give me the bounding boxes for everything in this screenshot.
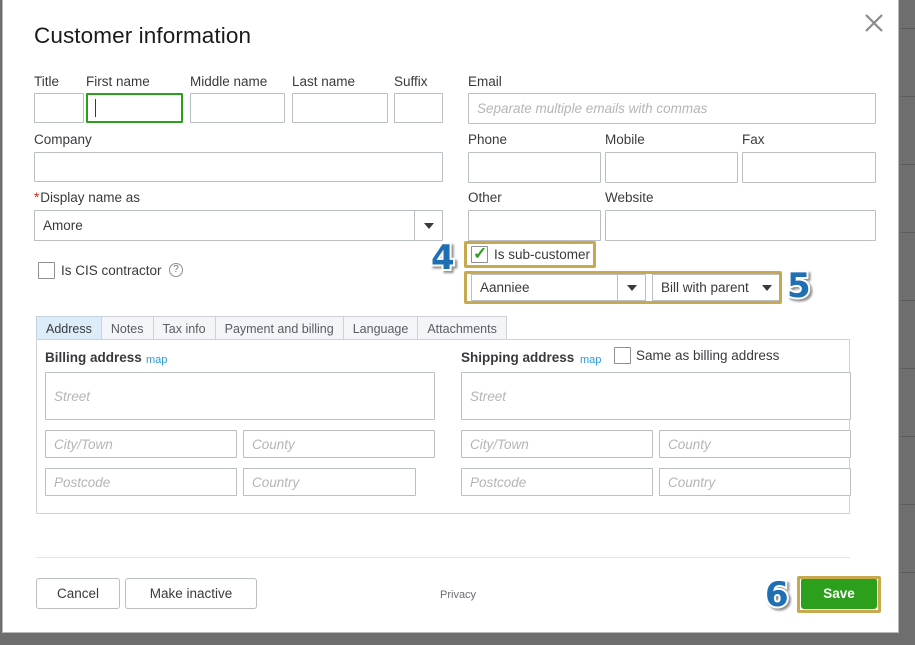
shipping-city-input[interactable] <box>461 430 653 458</box>
sub-customer-checkbox[interactable]: ✓ <box>471 244 488 263</box>
suffix-label: Suffix <box>394 74 428 89</box>
shipping-address-title: Shipping address <box>461 350 575 365</box>
shipping-country-input[interactable] <box>659 468 851 496</box>
save-button[interactable]: Save <box>801 578 877 609</box>
first-name-input[interactable] <box>86 93 183 123</box>
billing-mode-value: Bill with parent <box>661 280 749 295</box>
website-input[interactable] <box>605 210 876 241</box>
same-as-billing-checkbox[interactable] <box>614 347 631 364</box>
tab-bar: Address Notes Tax info Payment and billi… <box>36 316 850 340</box>
close-icon[interactable] <box>860 9 888 37</box>
last-name-label: Last name <box>292 74 356 89</box>
billing-city-input[interactable] <box>45 430 237 458</box>
website-label: Website <box>605 190 654 205</box>
checkmark-icon: ✓ <box>473 244 488 263</box>
billing-county-input[interactable] <box>243 430 435 458</box>
customer-information-modal: Customer information Title First name Mi… <box>2 0 899 633</box>
title-label: Title <box>34 74 60 89</box>
text-cursor <box>95 99 96 117</box>
phone-label: Phone <box>468 132 508 147</box>
display-name-select[interactable]: Amore <box>34 210 443 241</box>
other-input[interactable] <box>468 210 601 241</box>
sub-customer-label: Is sub-customer <box>494 247 591 262</box>
page-title: Customer information <box>34 23 252 48</box>
billing-street-input[interactable] <box>45 372 435 420</box>
fax-input[interactable] <box>742 152 876 183</box>
billing-map-link[interactable]: map <box>146 354 167 366</box>
mobile-label: Mobile <box>605 132 645 147</box>
company-label: Company <box>34 132 92 147</box>
first-name-label: First name <box>86 74 150 89</box>
billing-address-title: Billing address <box>45 350 142 365</box>
display-name-label: *Display name as <box>34 190 141 205</box>
tab-payment-and-billing[interactable]: Payment and billing <box>214 316 344 340</box>
chevron-down-icon[interactable] <box>414 211 442 240</box>
required-marker: * <box>34 190 40 205</box>
other-label: Other <box>468 190 502 205</box>
tab-attachments[interactable]: Attachments <box>417 316 507 340</box>
email-label: Email <box>468 74 502 89</box>
privacy-link[interactable]: Privacy <box>440 589 476 601</box>
tab-tax-info[interactable]: Tax info <box>152 316 216 340</box>
question-mark-icon[interactable]: ? <box>169 263 183 277</box>
tab-notes[interactable]: Notes <box>100 316 154 340</box>
phone-input[interactable] <box>468 152 601 183</box>
chevron-down-icon[interactable] <box>617 275 645 300</box>
screen: Customer information Title First name Mi… <box>0 0 915 645</box>
shipping-postcode-input[interactable] <box>461 468 653 496</box>
make-inactive-button[interactable]: Make inactive <box>125 578 257 609</box>
same-as-billing-label: Same as billing address <box>636 348 780 363</box>
billing-mode-select[interactable]: Bill with parent <box>652 274 782 301</box>
cancel-button[interactable]: Cancel <box>36 578 120 609</box>
cis-contractor-label: Is CIS contractor <box>61 263 162 278</box>
parent-customer-select[interactable]: Aanniee <box>471 274 646 301</box>
parent-customer-value: Aanniee <box>480 280 530 295</box>
last-name-input[interactable] <box>292 93 388 123</box>
billing-country-input[interactable] <box>243 468 416 496</box>
tab-language[interactable]: Language <box>342 316 419 340</box>
mobile-input[interactable] <box>605 152 738 183</box>
shipping-map-link[interactable]: map <box>580 354 601 366</box>
email-input[interactable] <box>468 93 876 124</box>
chevron-down-icon[interactable] <box>753 275 781 300</box>
display-name-value: Amore <box>43 218 83 233</box>
middle-name-input[interactable] <box>190 93 285 123</box>
middle-name-label: Middle name <box>190 74 268 89</box>
shipping-county-input[interactable] <box>659 430 851 458</box>
company-input[interactable] <box>34 152 443 182</box>
suffix-input[interactable] <box>394 93 443 123</box>
cis-contractor-checkbox[interactable] <box>38 262 55 279</box>
tab-address[interactable]: Address <box>36 316 102 340</box>
fax-label: Fax <box>742 132 765 147</box>
shipping-street-input[interactable] <box>461 372 851 420</box>
footer-divider <box>36 557 850 558</box>
billing-postcode-input[interactable] <box>45 468 237 496</box>
title-input[interactable] <box>34 93 84 123</box>
